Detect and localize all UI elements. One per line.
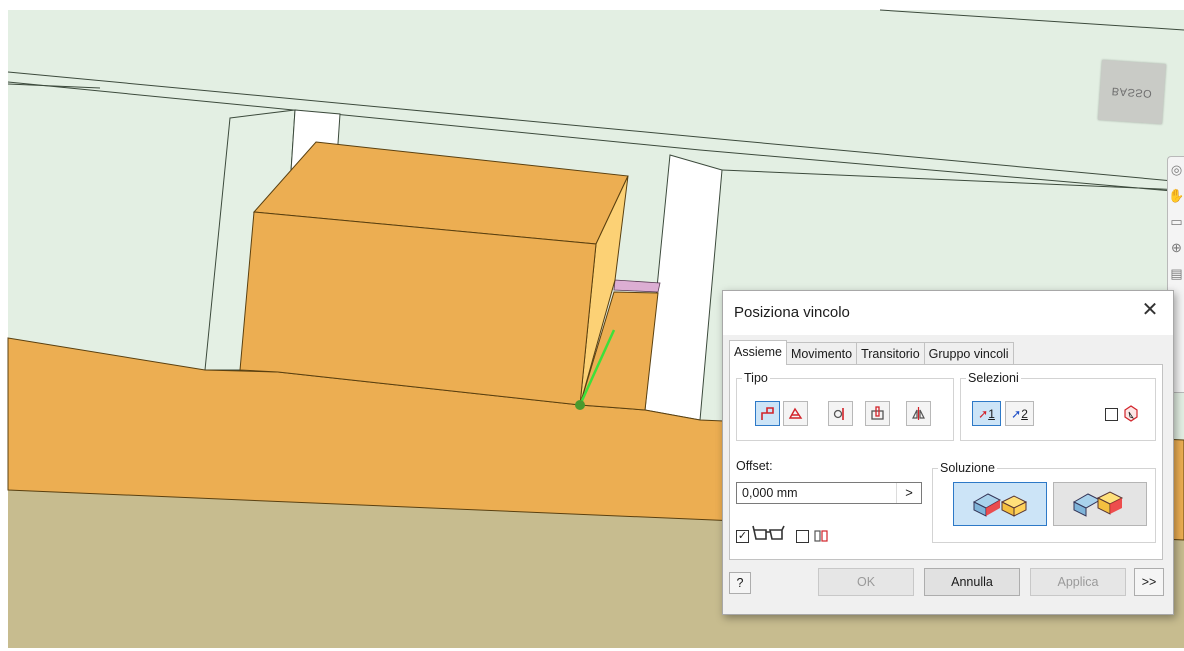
show-preview-checkbox[interactable]: ✓ [736, 530, 749, 543]
pick-part-first-checkbox[interactable] [1105, 408, 1118, 421]
selection-2-button[interactable]: ➚ 2 [1005, 401, 1034, 426]
cancel-button[interactable]: Annulla [924, 568, 1020, 596]
soluzione-legend: Soluzione [940, 461, 995, 475]
dialog-titlebar[interactable]: Posiziona vincolo ✕ [723, 291, 1173, 335]
selection-point [575, 400, 585, 410]
dialog-title: Posiziona vincolo [734, 304, 850, 321]
apply-button[interactable]: Applica [1030, 568, 1126, 596]
solution-flush-button[interactable] [1053, 482, 1147, 526]
tipo-legend: Tipo [744, 371, 768, 385]
flush-solution-icon [1072, 491, 1124, 517]
zoom-icon[interactable]: ▭ [1168, 209, 1184, 235]
tab-strip: Assieme Movimento Transitorio Gruppo vin… [729, 340, 1014, 365]
help-button[interactable]: ? [729, 572, 751, 594]
more-button[interactable]: >> [1134, 568, 1164, 596]
tab-movimento[interactable]: Movimento [785, 342, 858, 365]
tab-assieme[interactable]: Assieme [729, 340, 787, 365]
arrow-pointer-icon: ➚ [978, 406, 989, 421]
close-icon[interactable]: ✕ [1139, 299, 1161, 321]
predict-offset-checkbox[interactable] [796, 530, 809, 543]
tab-transitorio[interactable]: Transitorio [856, 342, 925, 365]
mate-icon[interactable] [755, 401, 780, 426]
predict-offset-icon [814, 528, 830, 547]
angle-icon[interactable] [783, 401, 808, 426]
look-at-icon[interactable]: ▤ [1168, 261, 1184, 287]
offset-value: 0,000 mm [742, 486, 798, 500]
selezioni-legend: Selezioni [968, 371, 1019, 385]
ok-button[interactable]: OK [818, 568, 914, 596]
offset-menu-arrow[interactable]: > [896, 483, 921, 503]
tab-gruppo-vincoli[interactable]: Gruppo vincoli [923, 342, 1014, 365]
offset-label: Offset: [736, 459, 773, 473]
solution-mate-button[interactable] [953, 482, 1047, 526]
symmetry-icon[interactable] [906, 401, 931, 426]
selection-2-label: 2 [1021, 406, 1028, 421]
viewcube[interactable]: BASSO [1097, 59, 1167, 125]
steering-wheel-icon[interactable]: ◎ [1168, 157, 1184, 183]
place-constraint-dialog: Posiziona vincolo ✕ Assieme Movimento Tr… [722, 290, 1174, 615]
viewcube-face-label: BASSO [1111, 84, 1153, 100]
help-icon: ? [736, 576, 744, 590]
selection-1-label: 1 [988, 406, 995, 421]
tangent-icon[interactable] [828, 401, 853, 426]
selection-1-button[interactable]: ➚ 1 [972, 401, 1001, 426]
glasses-icon [752, 524, 786, 545]
offset-input[interactable]: 0,000 mm > [736, 482, 922, 504]
mate-solution-icon [972, 493, 1028, 517]
pick-part-first-icon [1123, 404, 1139, 425]
orbit-icon[interactable]: ⊕ [1168, 235, 1184, 261]
pan-icon[interactable]: ✋ [1168, 183, 1184, 209]
tab-panel-assieme: Tipo Selezioni ➚ 1 ➚ 2 Offset: 0,000 mm … [729, 364, 1163, 560]
arrow-pointer-icon: ➚ [1011, 406, 1022, 421]
insert-icon[interactable] [865, 401, 890, 426]
